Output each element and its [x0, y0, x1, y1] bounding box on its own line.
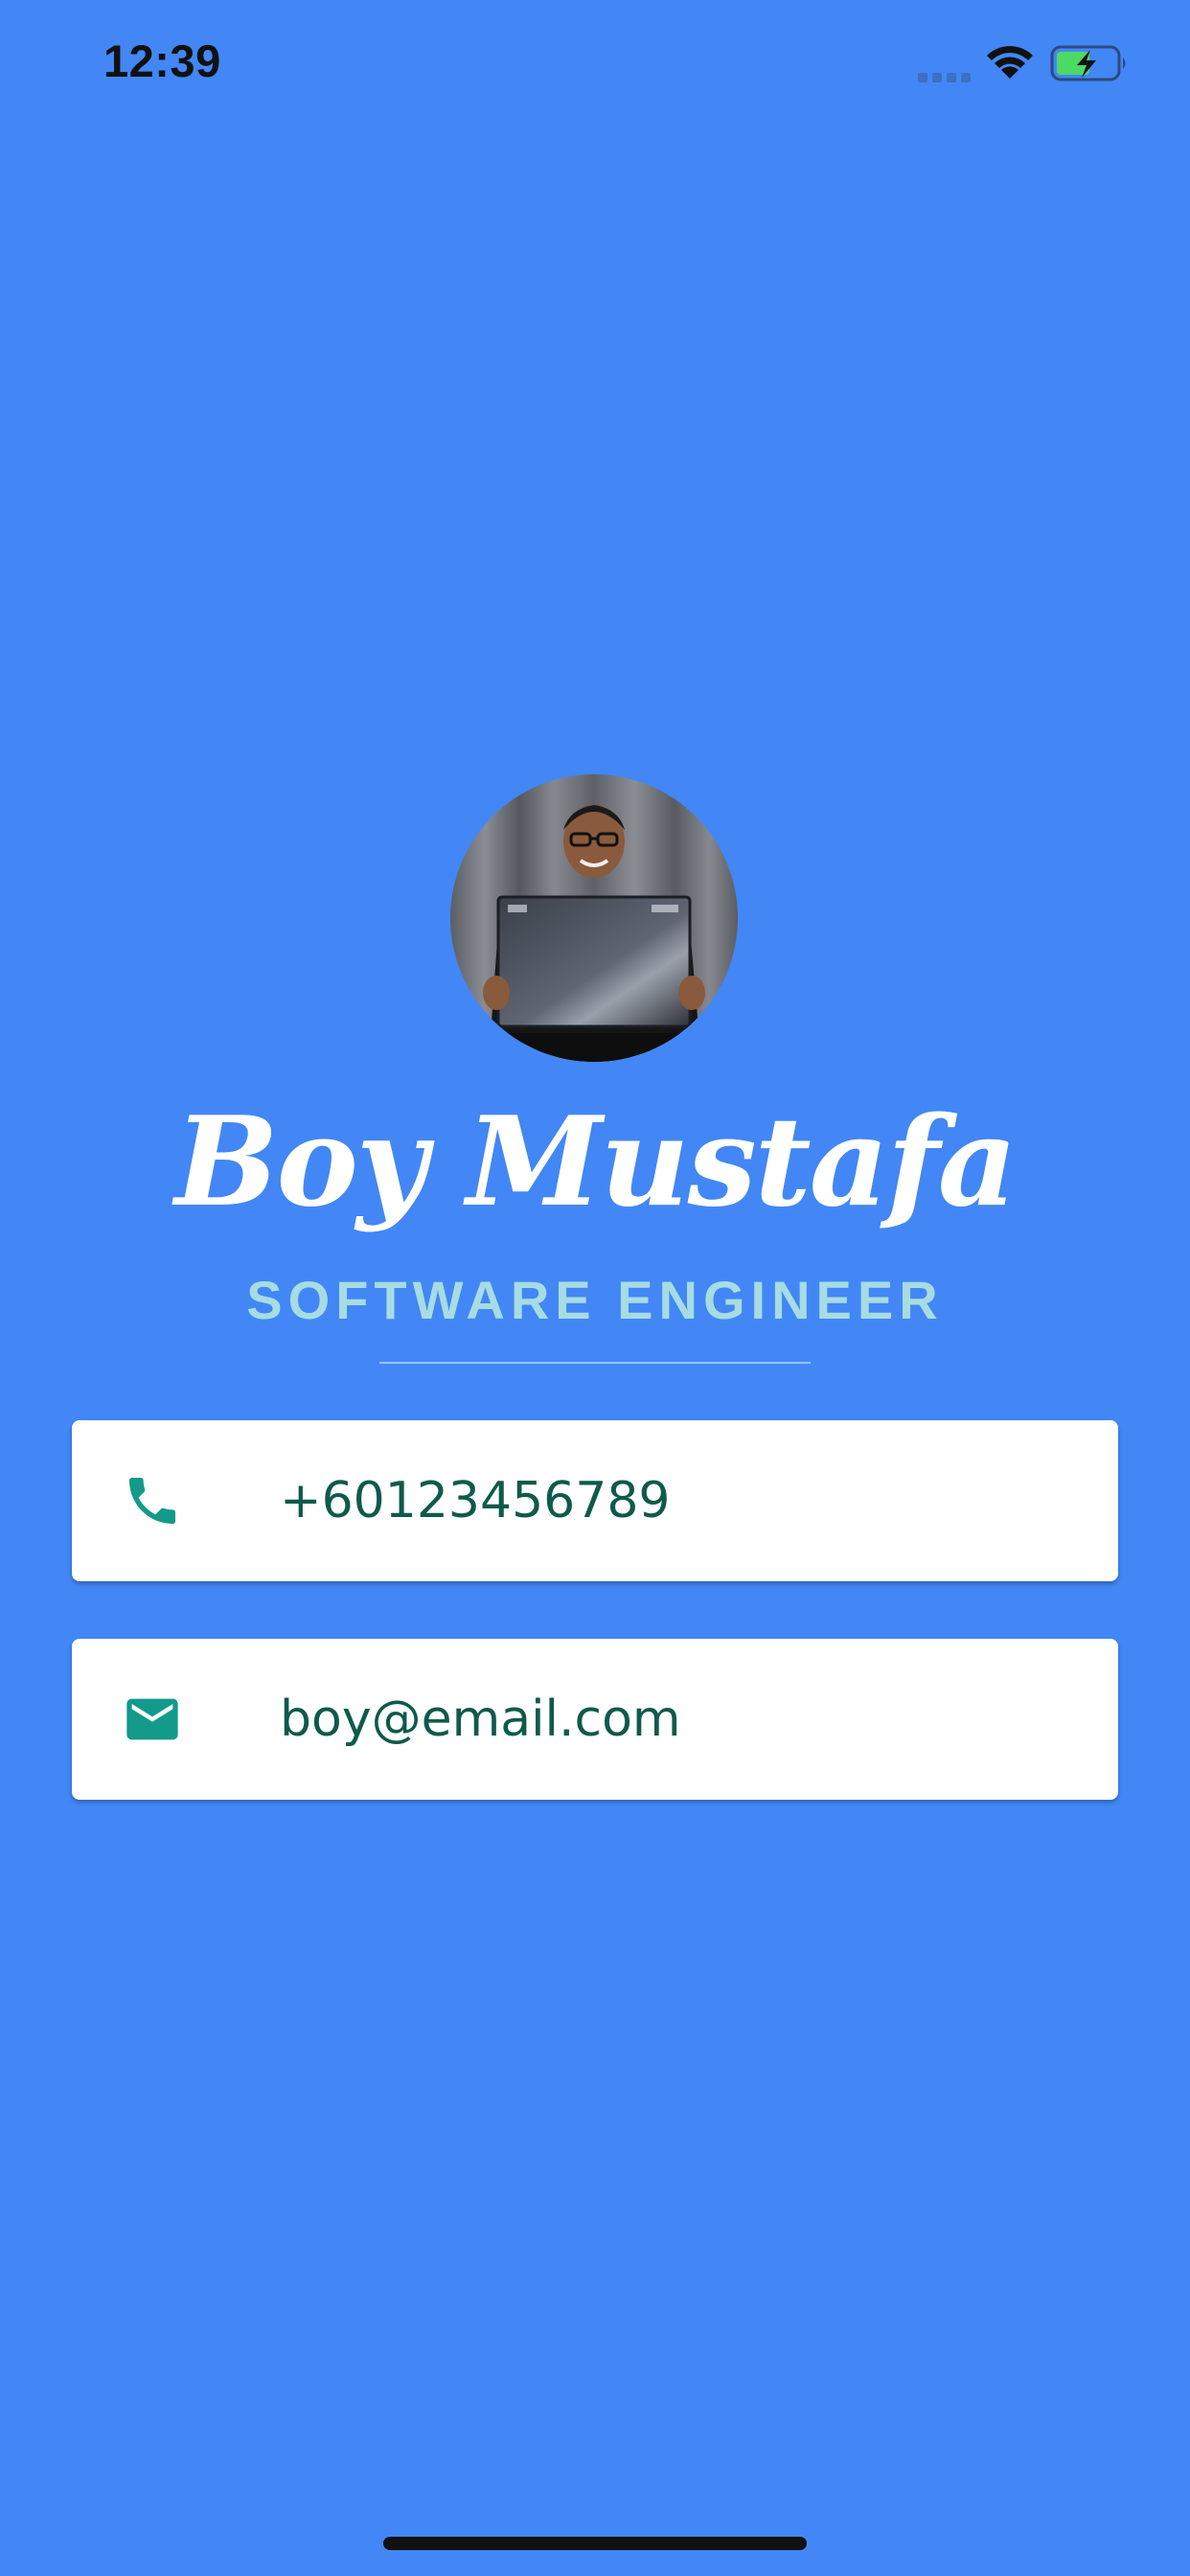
email-address: boy@email.com [280, 1690, 681, 1748]
phone-icon [129, 1478, 175, 1524]
profile-title: SOFTWARE ENGINEER [246, 1270, 944, 1330]
status-time: 12:39 [103, 35, 221, 86]
email-card[interactable]: boy@email.com [72, 1639, 1118, 1800]
status-bar: 12:39 [0, 0, 1190, 125]
battery-charging-icon [1050, 45, 1126, 81]
cellular-signal-icon [918, 73, 971, 82]
mail-icon [126, 1698, 178, 1740]
home-indicator[interactable] [383, 2537, 807, 2550]
phone-card[interactable]: +60123456789 [72, 1420, 1118, 1581]
profile-photo [450, 774, 738, 1062]
avatar [450, 774, 738, 1062]
divider [379, 1362, 811, 1364]
phone-number: +60123456789 [280, 1472, 671, 1530]
wifi-icon [987, 46, 1033, 79]
profile-name: Boy Mustafa [174, 1091, 1017, 1234]
